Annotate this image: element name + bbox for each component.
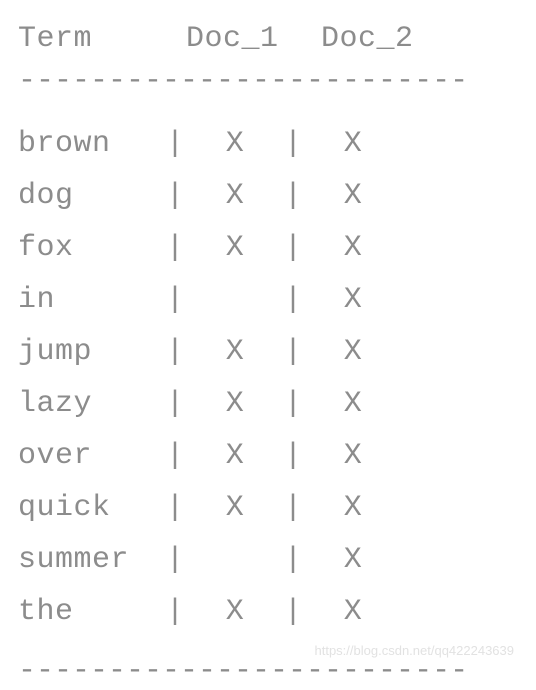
table-row: lazy | X | X (18, 378, 518, 430)
term-cell: dog (18, 179, 166, 213)
separator: | (166, 595, 186, 629)
table-row: jump | X | X (18, 326, 518, 378)
table-row: the | X | X (18, 586, 518, 638)
header-doc2: Doc_2 (321, 22, 456, 56)
table-row: in | | X (18, 274, 518, 326)
doc1-cell: X (186, 491, 284, 525)
separator: | (284, 179, 304, 213)
separator: | (166, 127, 186, 161)
term-cell: fox (18, 231, 166, 265)
term-cell: quick (18, 491, 166, 525)
table-row: brown | X | X (18, 118, 518, 170)
table-row: summer | | X (18, 534, 518, 586)
table-row: quick | X | X (18, 482, 518, 534)
doc1-cell: X (186, 335, 284, 369)
divider-bottom: ------------------------- (18, 654, 518, 688)
doc2-cell: X (304, 335, 402, 369)
doc2-cell: X (304, 491, 402, 525)
separator: | (284, 491, 304, 525)
doc1-cell: X (186, 387, 284, 421)
table-row: fox | X | X (18, 222, 518, 274)
doc1-cell: X (186, 231, 284, 265)
doc2-cell: X (304, 387, 402, 421)
doc1-cell: X (186, 595, 284, 629)
term-cell: brown (18, 127, 166, 161)
separator: | (284, 335, 304, 369)
table-body: brown | X | X dog | X | X fox | X | X in… (18, 118, 518, 638)
doc1-cell: X (186, 127, 284, 161)
term-cell: the (18, 595, 166, 629)
doc2-cell: X (304, 179, 402, 213)
doc1-cell: X (186, 439, 284, 473)
separator: | (284, 439, 304, 473)
table-header-row: Term Doc_1 Doc_2 (18, 22, 518, 56)
divider-top: ------------------------- (18, 64, 518, 98)
doc2-cell: X (304, 595, 402, 629)
separator: | (166, 491, 186, 525)
term-cell: in (18, 283, 166, 317)
separator: | (284, 543, 304, 577)
separator: | (166, 179, 186, 213)
doc2-cell: X (304, 439, 402, 473)
header-doc1: Doc_1 (186, 22, 321, 56)
doc2-cell: X (304, 283, 402, 317)
separator: | (284, 595, 304, 629)
doc2-cell: X (304, 127, 402, 161)
separator: | (166, 387, 186, 421)
doc2-cell: X (304, 543, 402, 577)
separator: | (284, 231, 304, 265)
separator: | (166, 335, 186, 369)
separator: | (166, 283, 186, 317)
term-cell: lazy (18, 387, 166, 421)
term-cell: jump (18, 335, 166, 369)
term-cell: summer (18, 543, 166, 577)
separator: | (166, 231, 186, 265)
table-row: over | X | X (18, 430, 518, 482)
separator: | (166, 543, 186, 577)
separator: | (166, 439, 186, 473)
separator: | (284, 283, 304, 317)
separator: | (284, 387, 304, 421)
table-row: dog | X | X (18, 170, 518, 222)
doc1-cell: X (186, 179, 284, 213)
watermark-text: https://blog.csdn.net/qq422243639 (315, 643, 515, 658)
separator: | (284, 127, 304, 161)
doc2-cell: X (304, 231, 402, 265)
term-cell: over (18, 439, 166, 473)
header-term: Term (18, 22, 186, 56)
